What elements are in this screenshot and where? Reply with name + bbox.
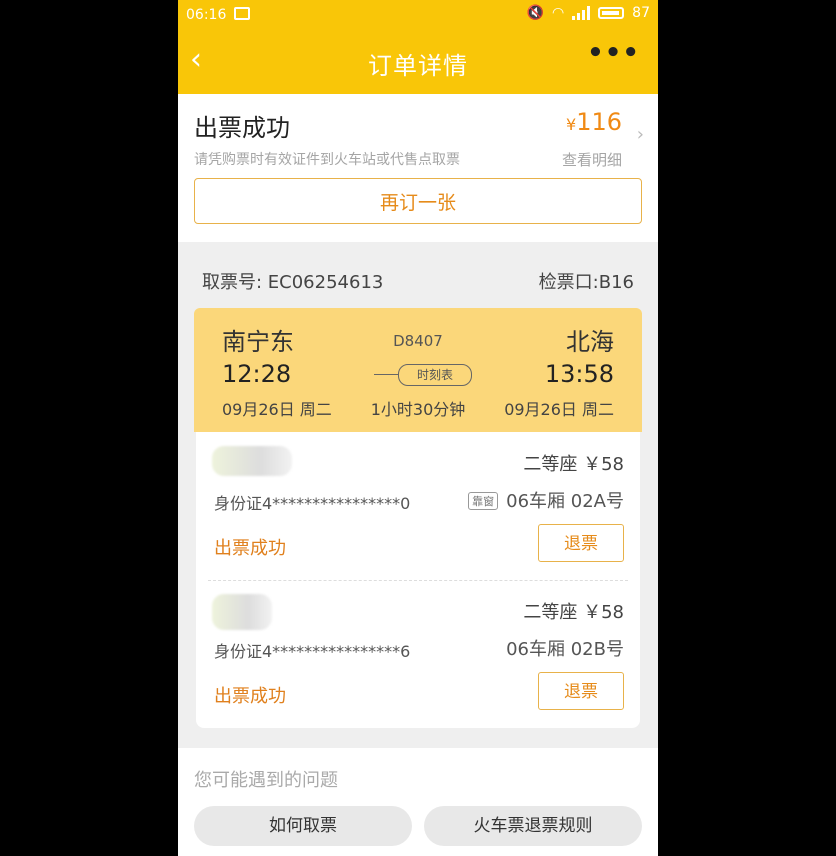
order-status-card: 出票成功 ¥116 › 请凭购票时有效证件到火车站或代售点取票 查看明细 再订一… (178, 94, 658, 242)
faq-section: 您可能遇到的问题 如何取票 火车票退票规则 (178, 748, 658, 856)
status-icons: 🔇 ◠ 87 (527, 5, 650, 21)
route-card: 南宁东 D8407 北海 12:28 时刻表 13:58 09月26日 周二 1… (194, 308, 642, 432)
how-to-pickup-button[interactable]: 如何取票 (194, 806, 412, 846)
refund-button[interactable]: 退票 (538, 672, 624, 710)
car-seat: 06车厢 02B号 (506, 639, 624, 660)
currency-symbol: ¥ (566, 115, 577, 134)
arrival-date: 09月26日 周二 (504, 400, 614, 419)
total-amount: 116 (576, 108, 622, 136)
id-number: 身份证4****************6 (214, 642, 411, 661)
order-status: 出票成功 (194, 114, 290, 142)
rebook-button[interactable]: 再订一张 (194, 178, 642, 224)
faq-heading: 您可能遇到的问题 (194, 770, 338, 791)
ticket-state: 出票成功 (214, 538, 286, 559)
status-bar: 06:16 🔇 ◠ 87 (178, 0, 658, 32)
seat-class: 二等座 ￥58 (523, 602, 624, 623)
window-tag: 靠窗 (468, 492, 499, 510)
battery-level: 87 (632, 5, 650, 21)
clock: 06:16 (186, 7, 227, 23)
departure-time: 12:28 (222, 360, 292, 388)
ticket-info: 取票号: EC06254613 检票口:B16 (178, 242, 658, 302)
passenger-row: 二等座 ￥58 身份证4****************6 06车厢 02B号 … (196, 580, 640, 728)
arrival-time: 13:58 (544, 360, 614, 388)
wifi-icon: ◠ (551, 5, 565, 21)
refund-button[interactable]: 退票 (538, 524, 624, 562)
view-detail-link[interactable]: 查看明细 (562, 149, 622, 170)
id-number: 身份证4****************0 (214, 494, 411, 513)
page-title: 订单详情 (368, 52, 468, 80)
passenger-name-blurred (212, 594, 272, 630)
header: ‹ 订单详情 ••• (178, 38, 658, 86)
seat-class: 二等座 ￥58 (523, 454, 624, 475)
order-total[interactable]: ¥116 (566, 108, 622, 136)
refund-rules-button[interactable]: 火车票退票规则 (424, 806, 642, 846)
gate: 检票口:B16 (538, 272, 634, 293)
passenger-list: 二等座 ￥58 身份证4****************0 靠窗 06车厢 02A… (196, 432, 640, 728)
chevron-right-icon[interactable]: › (637, 124, 644, 145)
passenger-name-blurred (212, 446, 292, 476)
more-dots-icon[interactable]: ••• (587, 38, 640, 68)
pickup-note: 请凭购票时有效证件到火车站或代售点取票 (194, 152, 460, 168)
image-notification-icon (234, 7, 250, 20)
car-seat: 靠窗 06车厢 02A号 (468, 487, 624, 513)
phone-screen: 06:16 🔇 ◠ 87 ‹ 订单详情 ••• 出票成功 ¥116 › 请凭购票… (178, 0, 658, 856)
schedule-button[interactable]: 时刻表 (398, 364, 472, 386)
passenger-row: 二等座 ￥58 身份证4****************0 靠窗 06车厢 02A… (196, 432, 640, 580)
battery-icon (598, 7, 625, 19)
arrival-station: 北海 (566, 328, 614, 356)
top-bar: 06:16 🔇 ◠ 87 ‹ 订单详情 ••• (178, 0, 658, 94)
pickup-code: 取票号: EC06254613 (202, 272, 384, 293)
signal-icon (572, 6, 591, 20)
ticket-state: 出票成功 (214, 686, 286, 707)
mute-icon: 🔇 (526, 5, 544, 21)
car-seat-text: 06车厢 02A号 (506, 491, 624, 512)
